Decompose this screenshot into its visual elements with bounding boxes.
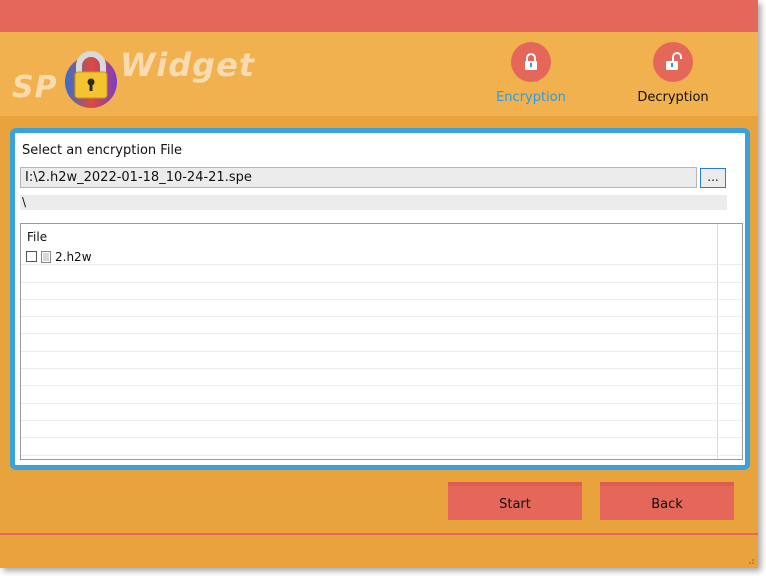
table-row (21, 404, 742, 421)
start-button[interactable]: Start (448, 482, 582, 520)
table-row (21, 265, 742, 283)
table-row (21, 369, 742, 387)
select-file-label: Select an encryption File (22, 143, 183, 158)
header: SP Widget Encryption Decryption (0, 32, 758, 116)
title-bar[interactable] (0, 0, 758, 32)
decryption-label: Decryption (637, 90, 709, 105)
encryption-label: Encryption (496, 90, 566, 105)
table-row (21, 438, 742, 456)
browse-button[interactable]: ... (700, 168, 726, 188)
file-rows: 2.h2w (21, 248, 742, 456)
current-directory: \ (20, 195, 727, 210)
table-row (21, 386, 742, 404)
file-selection-panel: Select an encryption File ... \ File (10, 128, 750, 470)
table-row[interactable]: 2.h2w (21, 248, 742, 266)
app-window: SP Widget Encryption Decryption Select a… (0, 0, 758, 568)
lock-open-icon (653, 42, 693, 82)
file-list[interactable]: File 2.h2w (20, 223, 743, 460)
document-icon (41, 250, 51, 263)
encryption-mode-button[interactable]: Encryption (486, 42, 576, 108)
table-row (21, 317, 742, 335)
table-row (21, 352, 742, 370)
file-path-input[interactable] (20, 167, 697, 188)
logo-text-sp: SP (12, 70, 58, 105)
table-row (21, 421, 742, 439)
logo-text-widget: Widget (120, 46, 256, 84)
table-row (21, 334, 742, 352)
decryption-mode-button[interactable]: Decryption (628, 42, 718, 108)
lock-closed-icon (511, 42, 551, 82)
lock-globe-icon (65, 51, 117, 108)
file-column-header: File (27, 230, 48, 244)
file-name: 2.h2w (55, 249, 92, 264)
resize-grip-icon[interactable] (745, 555, 755, 565)
back-button[interactable]: Back (600, 482, 734, 520)
app-logo: SP Widget (10, 40, 254, 110)
footer-divider (0, 533, 758, 535)
table-row (21, 300, 742, 318)
file-checkbox[interactable] (26, 251, 37, 262)
table-row (21, 283, 742, 300)
